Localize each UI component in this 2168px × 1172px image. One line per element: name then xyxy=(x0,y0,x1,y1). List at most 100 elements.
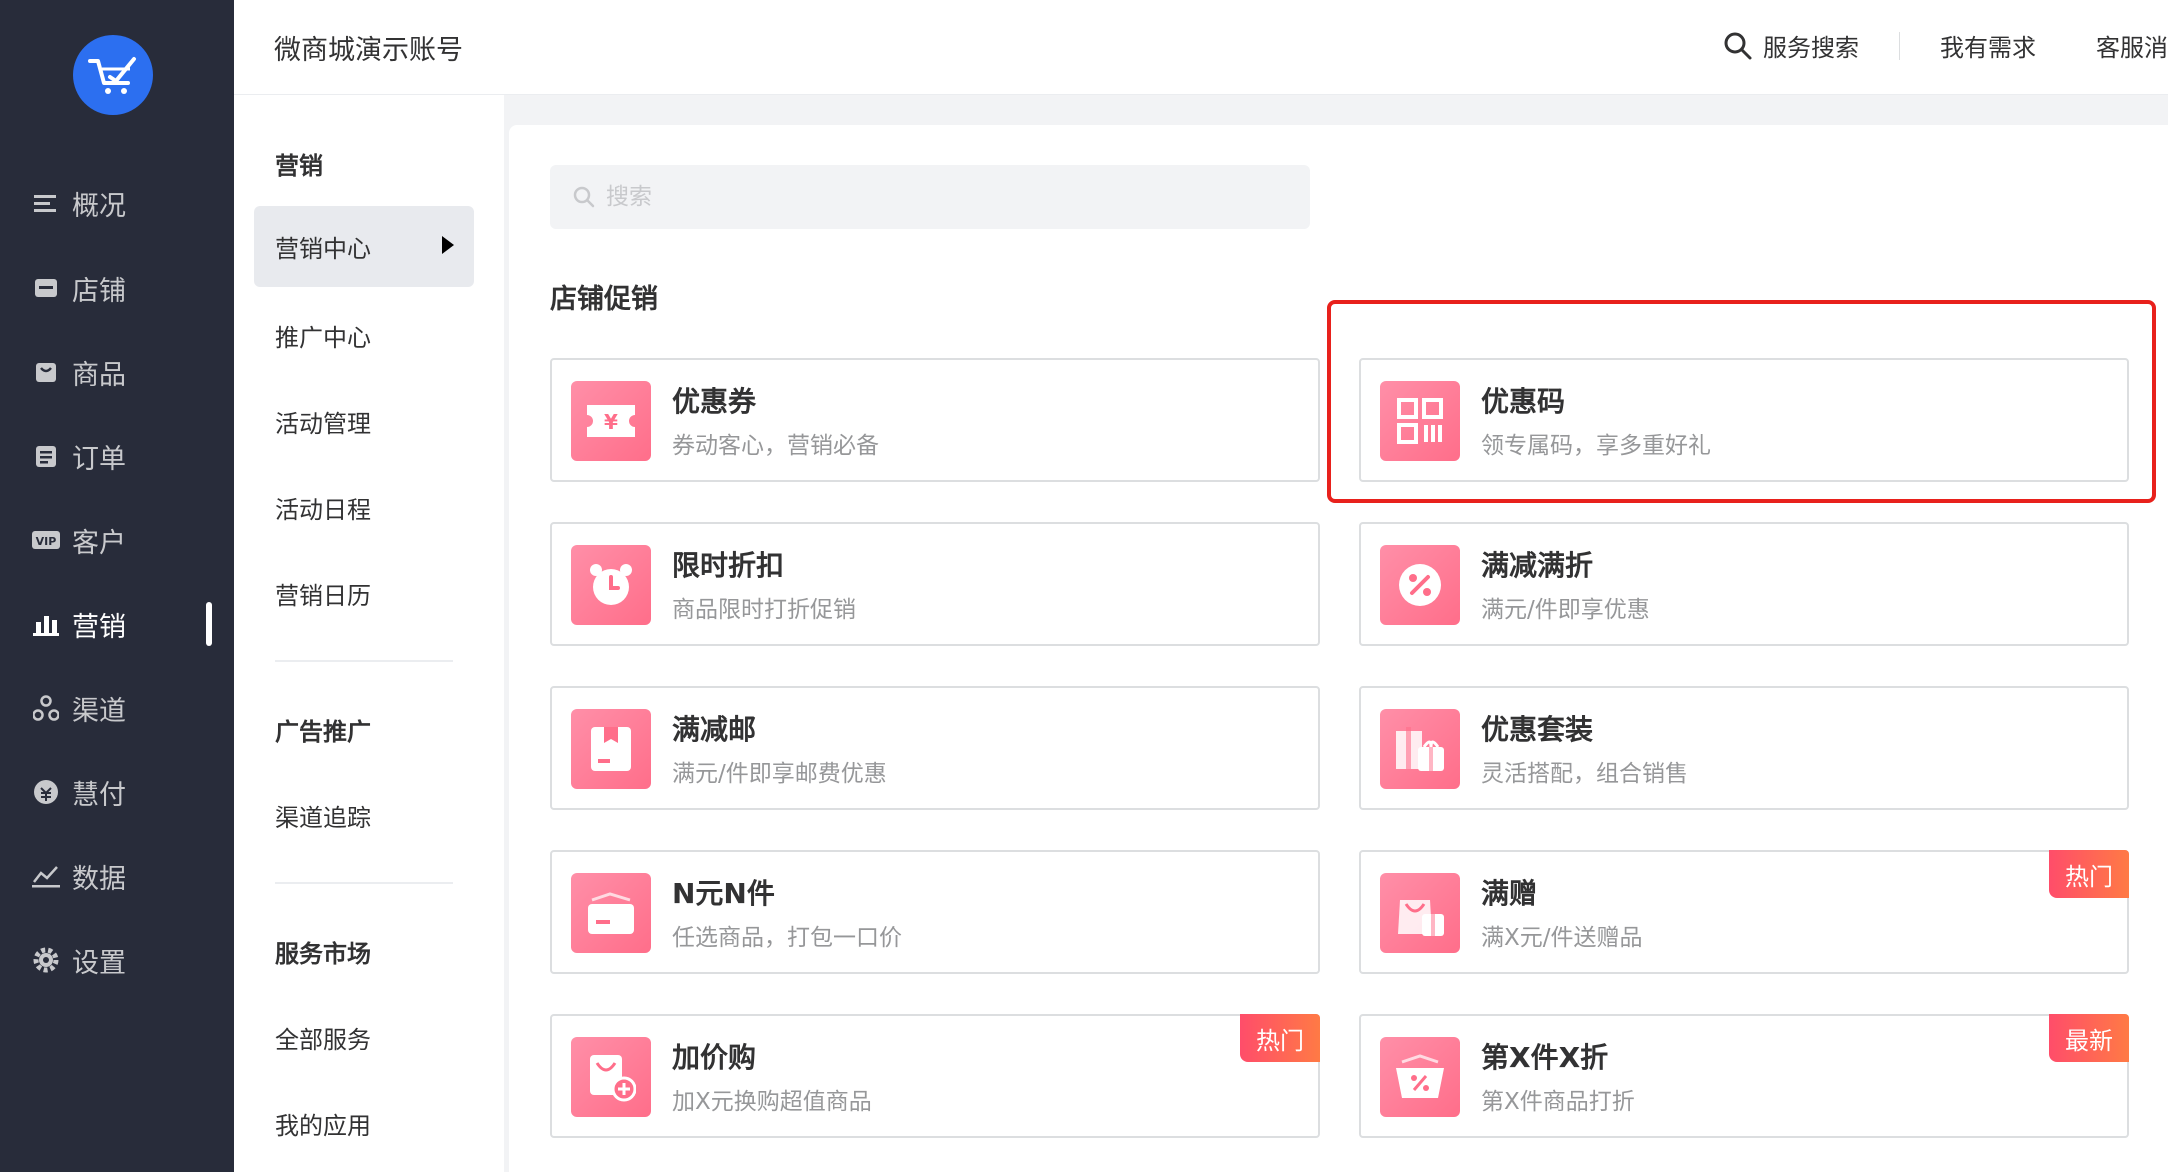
bar-chart-icon xyxy=(32,610,60,638)
subnav-heading-marketing: 营销 xyxy=(275,152,323,180)
service-search-button[interactable]: 服务搜索 xyxy=(1723,28,1859,63)
subnav-heading-service: 服务市场 xyxy=(275,940,371,968)
card-title: N元N件 xyxy=(672,877,775,910)
bag-plus-icon xyxy=(571,1037,651,1117)
parcel-icon xyxy=(571,709,651,789)
promo-card-flash-discount[interactable]: 限时折扣 商品限时打折促销 xyxy=(550,522,1320,646)
hot-badge: 热门 xyxy=(1240,1014,1320,1062)
subnav-item-label: 营销中心 xyxy=(275,235,371,263)
subnav-item-marketing-calendar[interactable]: 营销日历 xyxy=(275,576,371,611)
service-search-label: 服务搜索 xyxy=(1763,34,1859,62)
nav-item-label: 商品 xyxy=(72,359,126,391)
card-title: 优惠券 xyxy=(672,385,757,418)
nav-item-label: 渠道 xyxy=(72,695,126,727)
nav-item-settings[interactable]: 设置 xyxy=(32,935,222,985)
basket-icon xyxy=(571,873,651,953)
customer-service-link[interactable]: 客服消 xyxy=(2096,28,2168,63)
card-desc: 第X件商品打折 xyxy=(1481,1089,1635,1115)
main-content: 店铺促销 ¥ 优惠券 券动客心，营销必备 优惠码 领专属码，享多重好礼 限时折扣… xyxy=(509,125,2168,1172)
nav-item-goods[interactable]: 商品 xyxy=(32,347,222,397)
card-desc: 满X元/件送赠品 xyxy=(1481,925,1643,951)
gift-bundle-icon xyxy=(1380,709,1460,789)
subnav-item-channel-tracking[interactable]: 渠道追踪 xyxy=(275,798,371,833)
coupon-icon: ¥ xyxy=(571,381,651,461)
search-input[interactable] xyxy=(606,184,1286,210)
card-title: 限时折扣 xyxy=(672,549,785,582)
section-title: 店铺促销 xyxy=(550,284,658,315)
account-title: 微商城演示账号 xyxy=(274,35,463,66)
card-desc: 任选商品，打包一口价 xyxy=(672,925,902,951)
subnav-item-promotion-center[interactable]: 推广中心 xyxy=(275,318,371,353)
card-title: 满减邮 xyxy=(672,713,757,746)
top-header: 微商城演示账号 服务搜索 我有需求 客服消 xyxy=(234,0,2168,95)
card-title: 满减满折 xyxy=(1481,549,1594,582)
promo-card-gift-with-purchase[interactable]: 满赠 满X元/件送赠品 热门 xyxy=(1359,850,2129,974)
card-title: 第X件X折 xyxy=(1481,1041,1609,1074)
gear-icon xyxy=(32,946,60,974)
main-sidebar: 概况 店铺 商品 订单 VIP 客户 营销 渠道 慧付 数据 设置 xyxy=(0,0,234,1172)
card-title: 满赠 xyxy=(1481,877,1538,910)
card-desc: 满元/件即享优惠 xyxy=(1481,597,1650,623)
nav-item-label: 营销 xyxy=(72,611,126,643)
card-title: 优惠码 xyxy=(1481,385,1566,418)
discount-basket-icon xyxy=(1380,1037,1460,1117)
nav-item-label: 概况 xyxy=(72,190,126,222)
subnav-item-activity-mgmt[interactable]: 活动管理 xyxy=(275,404,371,439)
subnav-divider xyxy=(275,882,453,884)
nav-item-marketing[interactable]: 营销 xyxy=(32,599,222,649)
card-title: 加价购 xyxy=(672,1041,757,1074)
promo-card-add-on-purchase[interactable]: 加价购 加X元换购超值商品 热门 xyxy=(550,1014,1320,1138)
tool-search-box[interactable] xyxy=(550,165,1310,229)
svg-text:VIP: VIP xyxy=(36,535,57,548)
card-desc: 满元/件即享邮费优惠 xyxy=(672,761,887,787)
bag-icon xyxy=(32,358,60,386)
promo-card-full-reduction[interactable]: 满减满折 满元/件即享优惠 xyxy=(1359,522,2129,646)
svg-text:¥: ¥ xyxy=(604,410,618,434)
subnav-item-all-services[interactable]: 全部服务 xyxy=(275,1020,371,1055)
card-desc: 领专属码，享多重好礼 xyxy=(1481,433,1711,459)
nav-item-label: 数据 xyxy=(72,863,126,895)
promo-card-promo-code[interactable]: 优惠码 领专属码，享多重好礼 xyxy=(1359,358,2129,482)
secondary-sidebar: 营销 营销中心 推广中心 活动管理 活动日程 营销日历 广告推广 渠道追踪 服务… xyxy=(234,95,504,1172)
nav-item-label: 设置 xyxy=(72,947,126,979)
cart-check-logo-icon[interactable] xyxy=(73,35,153,115)
nav-item-data[interactable]: 数据 xyxy=(32,851,222,901)
gift-bag-icon xyxy=(1380,873,1460,953)
alarm-clock-icon xyxy=(571,545,651,625)
search-icon xyxy=(572,185,596,209)
nav-item-orders[interactable]: 订单 xyxy=(32,431,222,481)
vip-icon: VIP xyxy=(32,526,60,554)
nav-item-pay[interactable]: 慧付 xyxy=(32,767,222,817)
caret-right-icon xyxy=(442,236,454,254)
promo-card-bundle[interactable]: 优惠套装 灵活搭配，组合销售 xyxy=(1359,686,2129,810)
subnav-item-marketing-center[interactable]: 营销中心 xyxy=(254,206,474,287)
search-icon xyxy=(1723,31,1753,61)
needs-link[interactable]: 我有需求 xyxy=(1940,28,2036,63)
promo-card-coupon[interactable]: ¥ 优惠券 券动客心，营销必备 xyxy=(550,358,1320,482)
card-desc: 券动客心，营销必备 xyxy=(672,433,879,459)
nav-item-store[interactable]: 店铺 xyxy=(32,263,222,313)
nav-item-label: 店铺 xyxy=(72,275,126,307)
nav-item-overview[interactable]: 概况 xyxy=(32,178,222,228)
nav-item-channels[interactable]: 渠道 xyxy=(32,683,222,733)
pay-icon xyxy=(32,778,60,806)
channel-icon xyxy=(32,694,60,722)
subnav-item-my-apps[interactable]: 我的应用 xyxy=(275,1106,371,1141)
card-desc: 商品限时打折促销 xyxy=(672,597,856,623)
nav-item-customers[interactable]: VIP 客户 xyxy=(32,515,222,565)
nav-item-label: 慧付 xyxy=(72,779,126,811)
order-icon xyxy=(32,442,60,470)
card-title: 优惠套装 xyxy=(1481,713,1594,746)
nav-item-label: 订单 xyxy=(72,443,126,475)
percent-icon xyxy=(1380,545,1460,625)
active-indicator xyxy=(206,602,212,646)
promo-card-free-shipping[interactable]: 满减邮 满元/件即享邮费优惠 xyxy=(550,686,1320,810)
promo-card-n-yuan-n-items[interactable]: N元N件 任选商品，打包一口价 xyxy=(550,850,1320,974)
nav-item-label: 客户 xyxy=(72,527,126,559)
line-chart-icon xyxy=(32,862,60,890)
promo-card-nth-item-discount[interactable]: 第X件X折 第X件商品打折 最新 xyxy=(1359,1014,2129,1138)
subnav-item-activity-schedule[interactable]: 活动日程 xyxy=(275,490,371,525)
subnav-divider xyxy=(275,660,453,662)
header-divider xyxy=(1899,31,1900,60)
hot-badge: 热门 xyxy=(2049,850,2129,898)
